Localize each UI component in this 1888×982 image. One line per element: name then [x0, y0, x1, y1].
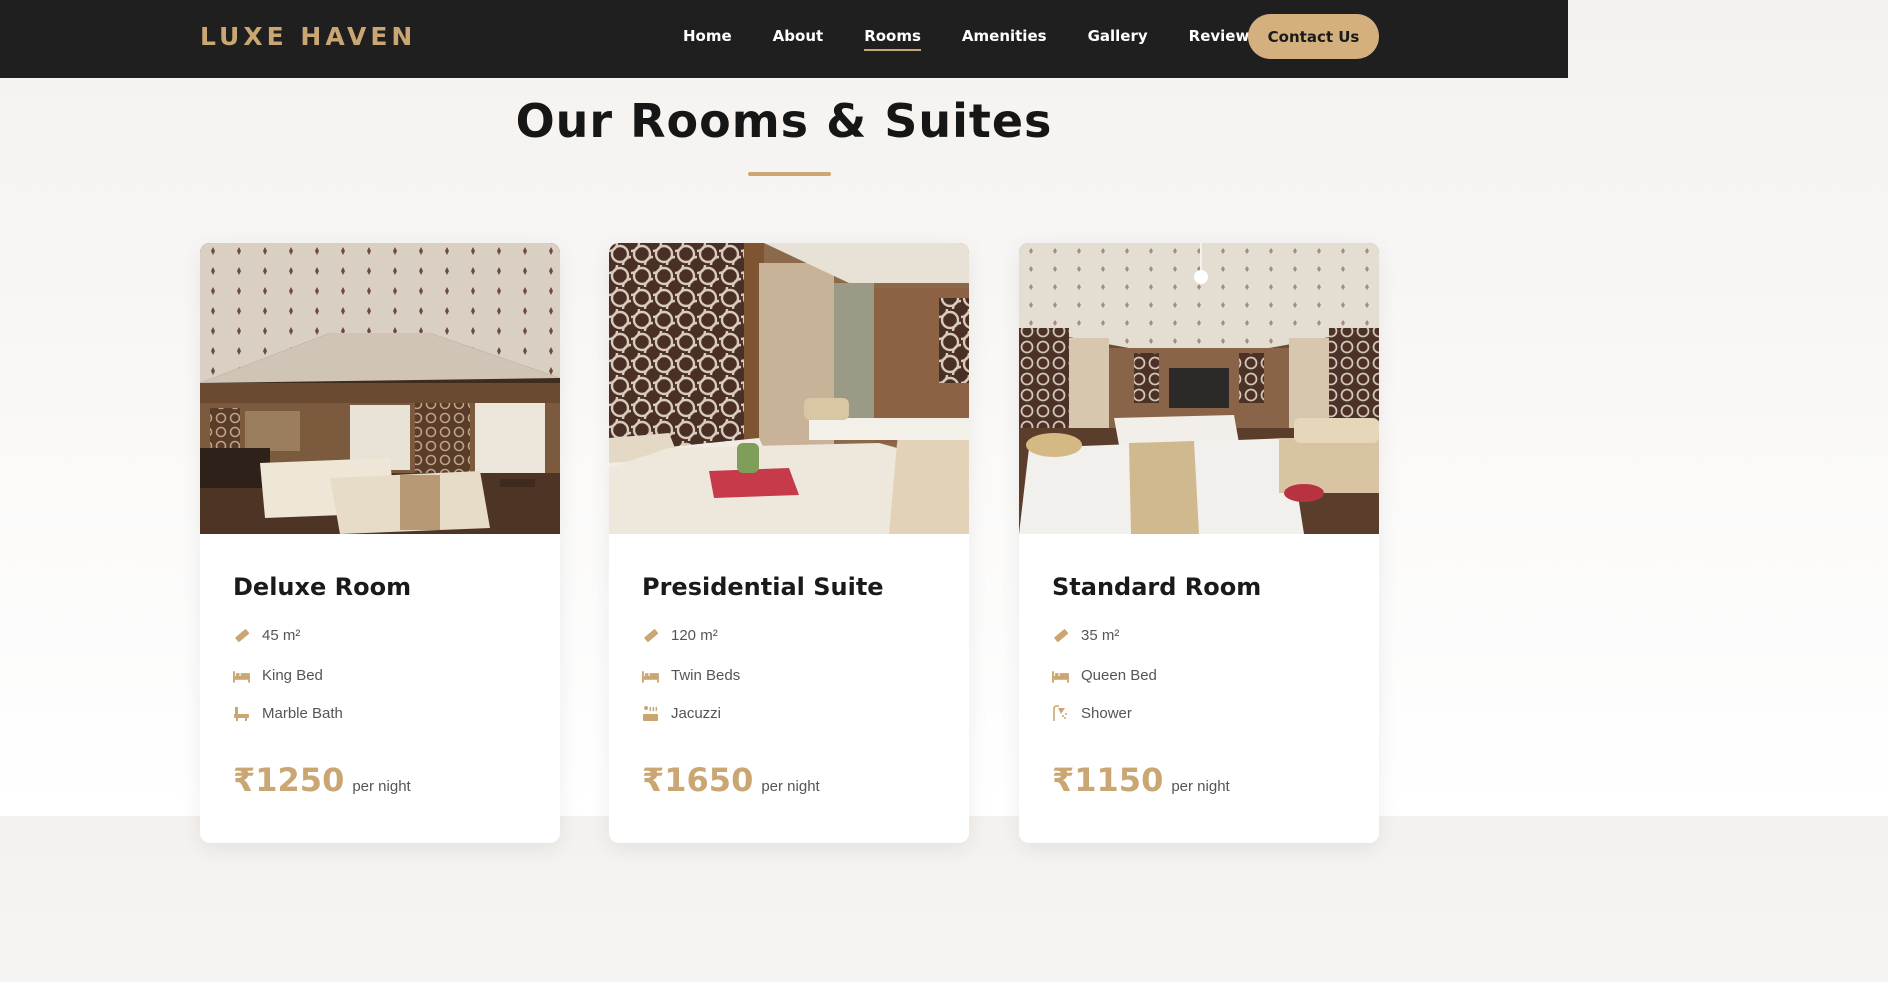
price-amount: ₹1650 [642, 761, 754, 799]
nav-home[interactable]: Home [683, 27, 732, 50]
room-price: ₹1650 per night [642, 761, 820, 799]
feature-jacuzzi: Jacuzzi [642, 705, 721, 722]
room-image-presidential [609, 243, 969, 534]
title-divider [748, 172, 831, 176]
bed-icon [642, 667, 659, 684]
hot-tub-icon [642, 705, 659, 722]
feature-text: Marble Bath [262, 705, 343, 722]
feature-shower: Shower [1052, 705, 1132, 722]
room-price: ₹1150 per night [1052, 761, 1230, 799]
feature-text: Jacuzzi [671, 705, 722, 722]
room-title: Presidential Suite [642, 573, 884, 601]
feature-text: Twin Beds [671, 667, 741, 684]
feature-bath: Marble Bath [233, 705, 343, 722]
ruler-icon [642, 627, 659, 644]
room-image-standard [1019, 243, 1379, 534]
feature-bed: Queen Bed [1052, 667, 1157, 684]
room-card-deluxe[interactable]: Deluxe Room 45 m² King Bed Marble Bath ₹… [200, 243, 560, 843]
shower-icon [1052, 705, 1069, 722]
price-amount: ₹1250 [233, 761, 345, 799]
feature-size: 120 m² [642, 627, 718, 644]
room-card-presidential[interactable]: Presidential Suite 120 m² Twin Beds Jacu… [609, 243, 969, 843]
price-unit: per night [761, 778, 820, 795]
room-image-deluxe [200, 243, 560, 534]
room-price: ₹1250 per night [233, 761, 411, 799]
price-unit: per night [1171, 778, 1230, 795]
room-card-standard[interactable]: Standard Room 35 m² Queen Bed Shower ₹11… [1019, 243, 1379, 843]
nav-amenities[interactable]: Amenities [962, 27, 1047, 50]
feature-text: King Bed [262, 667, 323, 684]
nav-links: Home About Rooms Amenities Gallery Revie… [683, 27, 1258, 51]
nav-rooms[interactable]: Rooms [864, 27, 921, 51]
ruler-icon [1052, 627, 1069, 644]
feature-text: Queen Bed [1081, 667, 1157, 684]
feature-bed: Twin Beds [642, 667, 740, 684]
bed-icon [233, 667, 250, 684]
navbar: LUXE HAVEN Home About Rooms Amenities Ga… [0, 0, 1568, 78]
feature-text: 120 m² [671, 627, 718, 644]
room-title: Standard Room [1052, 573, 1262, 601]
nav-gallery[interactable]: Gallery [1088, 27, 1148, 50]
feature-size: 45 m² [233, 627, 300, 644]
feature-text: Shower [1081, 705, 1132, 722]
feature-text: 35 m² [1081, 627, 1120, 644]
feature-bed: King Bed [233, 667, 323, 684]
nav-about[interactable]: About [773, 27, 824, 50]
ruler-icon [233, 627, 250, 644]
feature-size: 35 m² [1052, 627, 1119, 644]
feature-text: 45 m² [262, 627, 301, 644]
price-unit: per night [352, 778, 411, 795]
contact-us-button[interactable]: Contact Us [1248, 14, 1379, 59]
logo[interactable]: LUXE HAVEN [200, 22, 416, 51]
section-title: Our Rooms & Suites [515, 94, 1053, 148]
bed-icon [1052, 667, 1069, 684]
price-amount: ₹1150 [1052, 761, 1164, 799]
room-title: Deluxe Room [233, 573, 412, 601]
bath-icon [233, 705, 250, 722]
